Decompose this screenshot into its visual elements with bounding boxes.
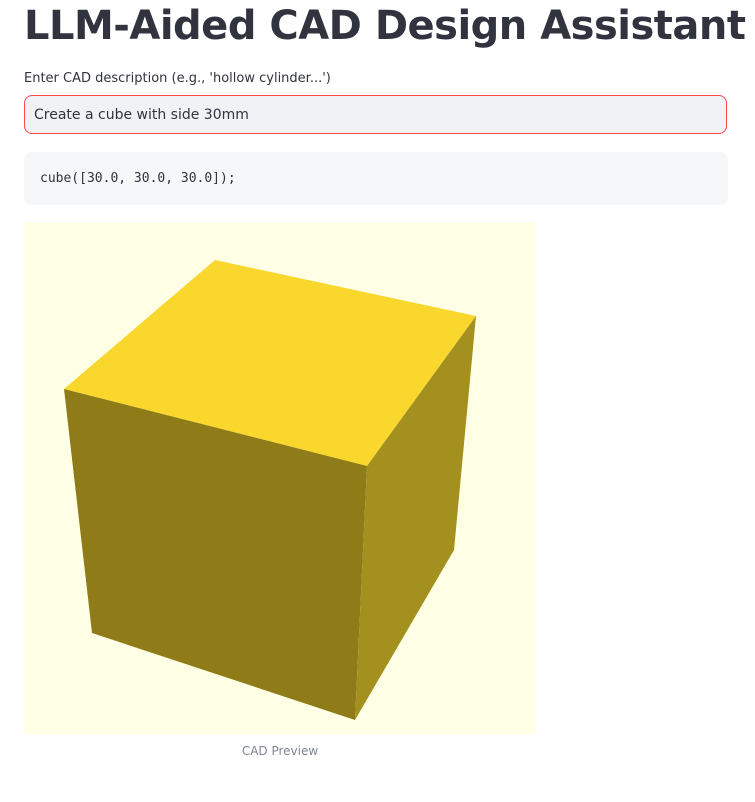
code-block: cube([30.0, 30.0, 30.0]); [24,152,728,205]
cad-description-label: Enter CAD description (e.g., 'hollow cyl… [24,71,331,86]
cad-preview-image [24,222,536,734]
preview-caption: CAD Preview [241,744,319,758]
app-page: LLM-Aided CAD Design Assistant Enter CAD… [0,0,755,802]
openscad-code: cube([30.0, 30.0, 30.0]); [40,171,236,186]
cad-description-input[interactable] [24,95,727,134]
page-title: LLM-Aided CAD Design Assistant [24,3,746,49]
cube-render [64,260,476,720]
